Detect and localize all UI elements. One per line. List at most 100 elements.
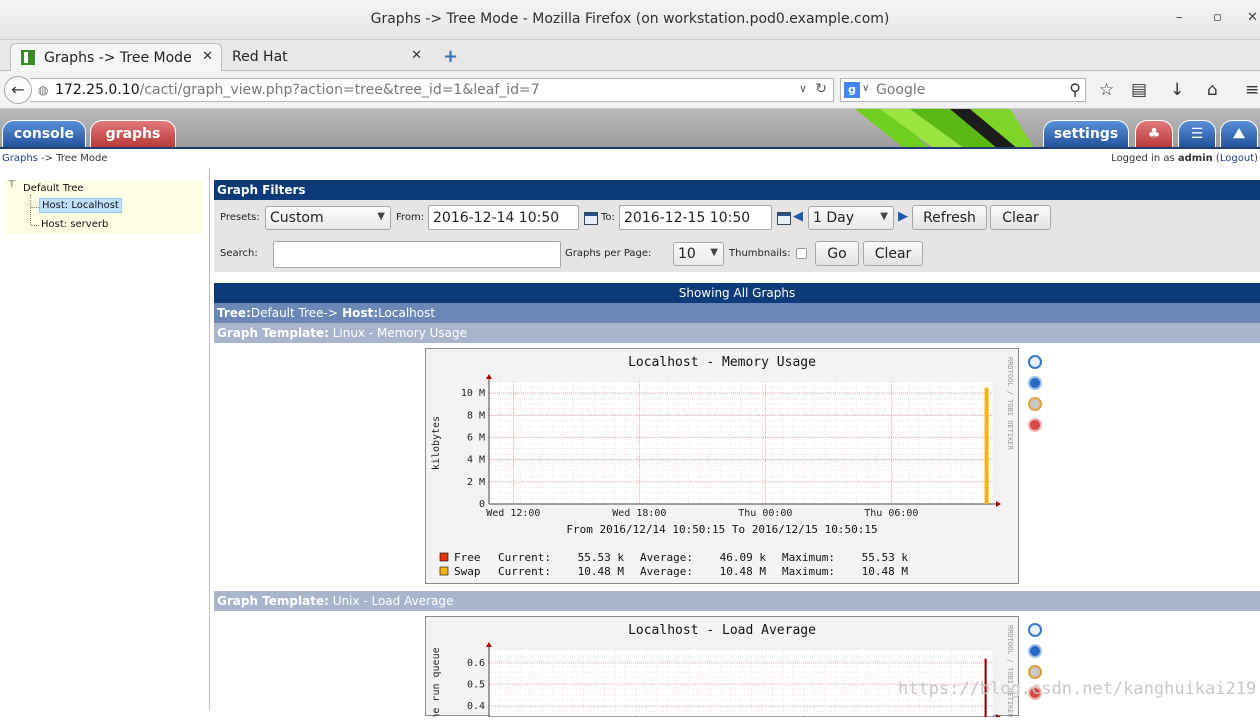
memory-usage-graph[interactable]: 0 2 M 4 M 6 M 8 M 10 M Wed 12:00 Wed 18:00 Thu 0…	[425, 348, 1019, 584]
graph-template-row: Graph Template: Linux - Memory Usage	[214, 323, 1260, 343]
url-history-dropdown-icon[interactable]: ∨	[799, 82, 807, 95]
breadcrumb-graphs-link[interactable]: Graphs	[2, 153, 38, 164]
tree-host-localhost[interactable]: Host: Localhost	[39, 198, 122, 213]
time-range-label: From 2016/12/14 10:50:15 To 2016/12/15 1…	[566, 523, 877, 536]
y-axis-arrow	[486, 374, 492, 379]
properties-icon[interactable]	[1028, 665, 1042, 679]
rrdtool-side-label: RRDTOOL / TOBI OETIKER	[1006, 357, 1014, 451]
tree-view-tab[interactable]: ♣	[1135, 120, 1173, 147]
thumbnails-label: Thumbnails:	[729, 248, 791, 259]
y-axis-label: he run queue	[431, 647, 442, 717]
anchor-icon[interactable]	[1028, 418, 1042, 432]
refresh-button[interactable]: Refresh	[912, 205, 987, 230]
presets-label: Presets:	[220, 212, 260, 223]
legend-maximum-label: Maximum:	[782, 565, 835, 578]
engine-dropdown-icon[interactable]: ∨	[862, 83, 869, 94]
load-average-chart: 0.4 0.5 0.6 Localhost - Load Average he run …	[431, 623, 1014, 720]
download-icon[interactable]: ↓	[1170, 80, 1184, 100]
home-icon[interactable]: ⌂	[1207, 80, 1218, 100]
load-average-graph[interactable]: 0.4 0.5 0.6 Localhost - Load Average he run …	[425, 616, 1019, 720]
graphs-per-page-select[interactable]: 10 ▼	[673, 242, 724, 266]
zoom-icon[interactable]	[1028, 355, 1042, 369]
tab-label: Graphs -> Tree Mode	[44, 50, 192, 66]
clear-search-button[interactable]: Clear	[863, 241, 923, 266]
timespan-select[interactable]: 1 Day ▼	[808, 206, 894, 230]
list-view-tab[interactable]: ☰	[1178, 120, 1216, 147]
settings-tab[interactable]: settings	[1043, 120, 1129, 147]
presets-select[interactable]: Custom ▼	[265, 206, 391, 230]
tab-red-hat[interactable]: Red Hat ✕	[222, 43, 430, 71]
back-button[interactable]: ←	[4, 76, 32, 104]
template-value: Linux - Memory Usage	[328, 326, 468, 340]
tree-value: Default Tree->	[250, 306, 338, 320]
minimize-button[interactable]: –	[1176, 10, 1183, 25]
y-tick-label: 0.5	[467, 680, 485, 691]
chevron-down-icon: ▼	[880, 211, 888, 222]
export-icon[interactable]	[1028, 644, 1042, 658]
properties-icon[interactable]	[1028, 397, 1042, 411]
console-tab[interactable]: console	[2, 120, 86, 147]
logout-close: )	[1254, 153, 1258, 164]
tree-root[interactable]: Default Tree	[23, 183, 84, 194]
breadcrumb-separator: ->	[37, 153, 57, 164]
from-calendar-icon[interactable]	[584, 212, 598, 225]
preview-view-tab[interactable]: ⛰	[1220, 120, 1258, 147]
search-input[interactable]	[273, 241, 561, 268]
to-date-input[interactable]: 2016-12-15 10:50	[619, 205, 772, 230]
timespan-value: 1 Day	[813, 210, 855, 226]
thumbnails-checkbox[interactable]	[796, 248, 807, 259]
host-value: Localhost	[378, 306, 436, 320]
y-tick-label: 6 M	[467, 432, 485, 443]
close-tab-icon[interactable]: ✕	[411, 48, 422, 63]
search-bar[interactable]: g ∨ Google ⚲	[840, 78, 1086, 102]
y-axis-arrow	[486, 642, 492, 647]
bookmark-star-icon[interactable]: ☆	[1099, 80, 1114, 100]
window-titlebar: Graphs -> Tree Mode - Mozilla Firefox (o…	[0, 0, 1260, 40]
host-label: Host:	[337, 306, 379, 320]
zoom-icon[interactable]	[1028, 623, 1042, 637]
menu-icon[interactable]: ≡	[1245, 80, 1259, 100]
tree-host-serverb[interactable]: Host: serverb	[41, 219, 108, 230]
rrdtool-side-label: RRDTOOL / TOBI OETIKER	[1006, 625, 1014, 717]
export-icon[interactable]	[1028, 376, 1042, 390]
google-engine-icon[interactable]: g	[844, 82, 860, 98]
tree-expand-icon[interactable]: ⊤	[8, 180, 16, 190]
graphs-tab[interactable]: graphs	[90, 120, 176, 147]
main-content: Graph Filters Presets: Custom ▼ From: 201…	[214, 180, 1260, 720]
tree-panel: ⊤ Default Tree Host: Localhost Host: ser…	[4, 180, 203, 234]
reload-icon[interactable]: ↻	[815, 81, 827, 97]
watermark: https://blog.csdn.net/kanghuikai219	[898, 679, 1257, 699]
legend-name: Free	[454, 551, 481, 564]
clear-button[interactable]: Clear	[990, 205, 1051, 230]
x-tick-label: Thu 00:00	[738, 508, 792, 519]
maximize-button[interactable]: ▫	[1213, 10, 1222, 25]
new-tab-button[interactable]: +	[443, 46, 458, 67]
series-spike-1	[984, 387, 989, 504]
y-axis-label: kilobytes	[431, 416, 442, 470]
legend-average-value: 10.48 M	[720, 565, 767, 578]
shift-right-arrow-icon[interactable]: ▶	[898, 209, 908, 224]
go-button[interactable]: Go	[815, 241, 859, 266]
globe-icon: ◍	[38, 83, 49, 97]
graphs-per-page-value: 10	[678, 246, 696, 262]
logout-open: (	[1212, 153, 1220, 164]
login-status: Logged in as admin (Logout)	[1111, 153, 1258, 164]
graph-template-row: Graph Template: Unix - Load Average	[214, 591, 1260, 611]
close-tab-icon[interactable]: ✕	[202, 49, 213, 64]
to-calendar-icon[interactable]	[777, 212, 791, 225]
from-date-input[interactable]: 2016-12-14 10:50	[428, 205, 579, 230]
tab-graphs-tree-mode[interactable]: Graphs -> Tree Mode ✕	[10, 43, 222, 71]
reader-icon[interactable]: ▤	[1131, 80, 1147, 100]
search-icon[interactable]: ⚲	[1069, 80, 1081, 99]
url-text: 172.25.0.10/cacti/graph_view.php?action=…	[55, 82, 540, 98]
shift-left-arrow-icon[interactable]: ◀	[793, 209, 803, 224]
legend-maximum-value: 10.48 M	[862, 565, 909, 578]
close-window-button[interactable]: ✕	[1247, 10, 1258, 25]
x-axis-arrow	[996, 501, 1001, 507]
tree-line	[31, 225, 39, 226]
browser-navbar: ◍ 172.25.0.10/cacti/graph_view.php?actio…	[0, 71, 1260, 109]
legend-name: Swap	[454, 565, 481, 578]
chart-title: Localhost - Load Average	[628, 623, 816, 638]
logout-link[interactable]: Logout	[1220, 153, 1254, 164]
url-bar[interactable]: ◍ 172.25.0.10/cacti/graph_view.php?actio…	[30, 78, 834, 102]
